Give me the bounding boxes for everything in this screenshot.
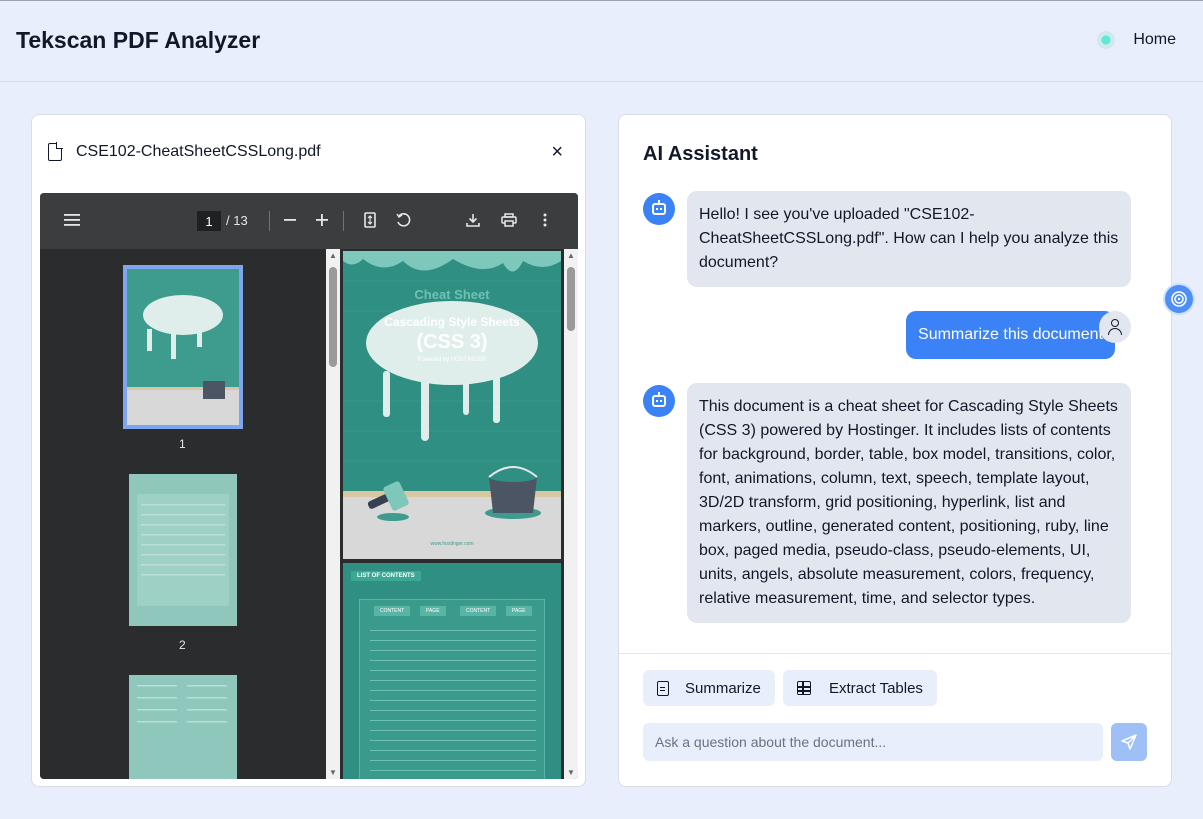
summarize-label: Summarize (685, 679, 761, 697)
thumbnail-label: 1 (179, 437, 186, 451)
thumbnail-scrollbar[interactable]: ▲ ▼ (326, 249, 340, 779)
page-scrollbar[interactable]: ▲ ▼ (564, 249, 578, 779)
cover-subtitle: (CSS 3) (416, 331, 488, 353)
pdf-viewer[interactable]: 1 / 13 1 2 ▲ ▼ Cheat Sheet Cascading Sty… (40, 193, 578, 779)
message-list[interactable]: Hello! I see you've uploaded "CSE102-Che… (619, 181, 1171, 629)
scroll-down-icon[interactable]: ▼ (329, 768, 337, 777)
pdf-page-2: LIST OF CONTENTS CONTENT PAGE CONTENT PA… (343, 563, 561, 779)
send-button[interactable] (1111, 723, 1147, 761)
app-title: Tekscan PDF Analyzer (16, 27, 261, 53)
zoom-in-icon[interactable] (312, 210, 332, 230)
chat-title: AI Assistant (643, 143, 758, 165)
toolbar-divider (343, 211, 344, 231)
summarize-button[interactable]: Summarize (643, 670, 775, 706)
download-icon[interactable] (463, 210, 483, 230)
contents-row (370, 690, 536, 691)
app-header: Tekscan PDF Analyzer Home (0, 0, 1203, 82)
page-total: / 13 (226, 213, 248, 228)
contents-row (370, 680, 536, 681)
contents-row (370, 640, 536, 641)
scrollbar-thumb[interactable] (567, 267, 575, 331)
thumbnail-label: 2 (179, 638, 186, 652)
question-input[interactable] (643, 723, 1103, 761)
scroll-down-icon[interactable]: ▼ (567, 768, 575, 777)
user-message: Summarize this document (906, 311, 1115, 359)
spiral-icon (1171, 291, 1187, 307)
assistant-message: This document is a cheat sheet for Casca… (687, 383, 1131, 623)
user-icon (1108, 319, 1122, 335)
extract-tables-label: Extract Tables (829, 679, 923, 697)
contents-row (370, 710, 536, 711)
bot-icon (652, 200, 666, 215)
cover-title: Cascading Style Sheets (384, 315, 520, 329)
pdf-pages[interactable]: Cheat Sheet Cascading Style Sheets (CSS … (340, 249, 564, 779)
contents-row (370, 650, 536, 651)
contents-header: CONTENT (460, 606, 497, 616)
scrollbar-thumb[interactable] (329, 267, 337, 367)
contents-row (370, 770, 536, 771)
contents-tag: LIST OF CONTENTS (351, 571, 421, 581)
contents-row (370, 760, 536, 761)
file-name: CSE102-CheatSheetCSSLong.pdf (76, 143, 321, 160)
scroll-up-icon[interactable]: ▲ (329, 251, 337, 260)
contents-row (370, 630, 536, 631)
bot-avatar (643, 385, 675, 417)
scroll-up-icon[interactable]: ▲ (567, 251, 575, 260)
bot-avatar (643, 193, 675, 225)
table-icon (797, 681, 811, 695)
thumbnail-page-3[interactable] (129, 675, 237, 779)
header-nav: Home (1097, 31, 1176, 49)
contents-row (370, 670, 536, 671)
zoom-out-icon[interactable] (280, 210, 300, 230)
assistant-message: Hello! I see you've uploaded "CSE102-Che… (687, 191, 1131, 287)
contents-row (370, 720, 536, 721)
contents-header: CONTENT (374, 606, 411, 616)
chat-panel: AI Assistant Hello! I see you've uploade… (618, 114, 1172, 787)
cover-powered-by: Powered by HOSTINGER (417, 357, 487, 363)
print-icon[interactable] (499, 210, 519, 230)
cover-website: www.hostinger.com (430, 541, 474, 547)
close-file-button[interactable]: × (551, 141, 563, 164)
page-number-input[interactable]: 1 (197, 211, 221, 231)
contents-header: PAGE (420, 606, 446, 616)
home-link[interactable]: Home (1133, 31, 1176, 49)
send-icon (1121, 734, 1137, 750)
bot-icon (652, 392, 666, 407)
contents-row (370, 700, 536, 701)
contents-row (370, 750, 536, 751)
pdf-toolbar: 1 / 13 (40, 193, 578, 249)
contents-header: PAGE (506, 606, 532, 616)
file-header: CSE102-CheatSheetCSSLong.pdf × (48, 139, 571, 165)
chat-divider (619, 653, 1171, 654)
floating-assistant-button[interactable] (1163, 283, 1195, 315)
contents-row (370, 660, 536, 661)
menu-icon[interactable] (62, 210, 82, 230)
thumbnail-sidebar: 1 2 (40, 249, 326, 779)
pdf-page-1: Cheat Sheet Cascading Style Sheets (CSS … (343, 251, 561, 559)
rotate-icon[interactable] (393, 210, 413, 230)
contents-row (370, 740, 536, 741)
contents-table: CONTENT PAGE CONTENT PAGE (359, 599, 545, 779)
toolbar-divider (269, 211, 270, 231)
pdf-panel: CSE102-CheatSheetCSSLong.pdf × 1 / 13 1 … (31, 114, 586, 787)
status-indicator-icon (1097, 31, 1116, 49)
document-icon (657, 680, 669, 696)
thumbnail-page-2[interactable] (129, 474, 237, 626)
thumbnail-page-1[interactable] (123, 265, 243, 429)
more-options-icon[interactable] (535, 210, 555, 230)
user-avatar (1099, 311, 1131, 343)
extract-tables-button[interactable]: Extract Tables (783, 670, 937, 706)
file-icon (48, 142, 63, 161)
cover-cheat-label: Cheat Sheet (414, 287, 490, 302)
fit-page-icon[interactable] (360, 210, 380, 230)
contents-row (370, 730, 536, 731)
